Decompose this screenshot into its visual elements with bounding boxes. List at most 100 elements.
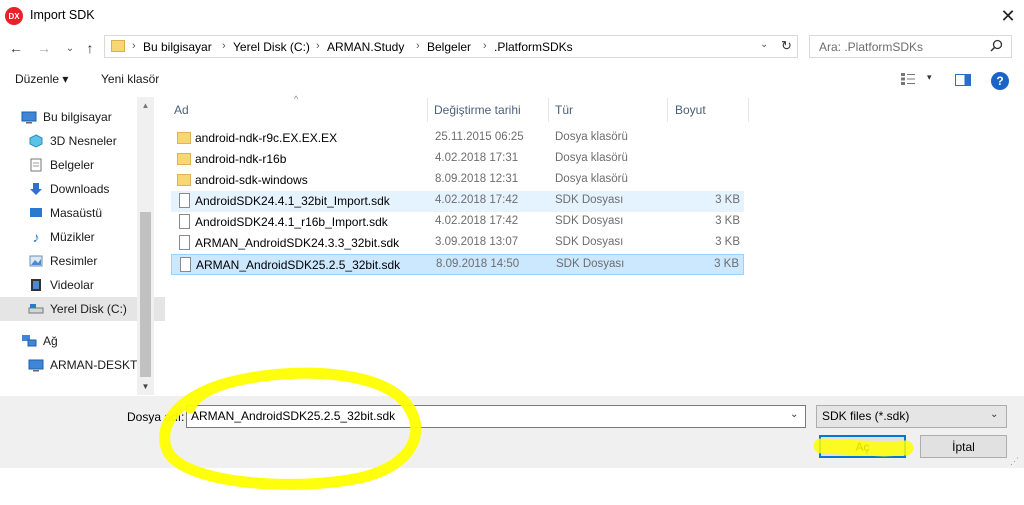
nav-item-label: Masaüstü	[50, 206, 103, 220]
file-name: ARMAN_AndroidSDK24.3.3_32bit.sdk	[195, 236, 400, 250]
resize-grip-icon[interactable]: ⋰	[1010, 456, 1019, 467]
file-name: android-sdk-windows	[195, 173, 308, 187]
app-logo-icon: DX	[5, 7, 23, 25]
back-arrow-icon[interactable]: ←	[6, 38, 26, 58]
file-name-label: Dosya adı:	[127, 410, 185, 424]
folder-icon	[177, 153, 191, 165]
file-date: 8.09.2018 14:50	[436, 258, 520, 270]
file-type-select[interactable]: SDK files (*.sdk) ⌄	[816, 405, 1007, 428]
preview-pane-icon[interactable]	[955, 74, 971, 86]
breadcrumb-item[interactable]: Bu bilgisayar	[143, 40, 212, 54]
nav-item-label: Resimler	[50, 254, 98, 268]
close-icon[interactable]: ✕	[996, 4, 1020, 28]
breadcrumb-separator: ›	[416, 40, 420, 52]
column-separator[interactable]	[427, 98, 428, 122]
videos-icon	[28, 278, 44, 292]
open-button[interactable]: Aç	[819, 435, 906, 458]
file-icon	[179, 235, 190, 250]
file-row[interactable]: AndroidSDK24.4.1_r16b_Import.sdk 4.02.20…	[171, 212, 744, 233]
file-name: AndroidSDK24.4.1_r16b_Import.sdk	[195, 215, 388, 229]
file-date: 4.02.2018 17:42	[435, 194, 519, 206]
column-header-label: Değiştirme tarihi	[434, 103, 521, 117]
file-type: SDK Dosyası	[555, 215, 624, 227]
file-row[interactable]: ARMAN_AndroidSDK24.3.3_32bit.sdk 3.09.20…	[171, 233, 744, 254]
breadcrumb-item[interactable]: Yerel Disk (C:)	[233, 40, 310, 54]
column-header-label: Ad	[174, 103, 189, 117]
folder-icon	[111, 40, 125, 52]
address-bar[interactable]: › Bu bilgisayar › Yerel Disk (C:) › ARMA…	[104, 35, 798, 58]
view-dropdown-chevron-icon[interactable]: ▾	[927, 72, 932, 83]
nav-item-label: Ağ	[43, 334, 58, 348]
file-type: Dosya klasörü	[555, 152, 628, 164]
breadcrumb-item-current[interactable]: .PlatformSDKs	[494, 40, 573, 54]
column-header-label: Boyut	[675, 103, 706, 117]
breadcrumb-separator: ›	[483, 40, 487, 52]
file-size: 3 KB	[715, 236, 740, 248]
navigation-pane: Bu bilgisayar 3D Nesneler Belgeler Downl…	[0, 97, 165, 395]
desktop-icon	[28, 206, 44, 220]
scroll-up-icon[interactable]: ▲	[137, 97, 154, 114]
search-icon[interactable]	[990, 39, 1003, 55]
drive-icon	[28, 302, 44, 316]
organize-button[interactable]: Düzenle ▾	[15, 72, 68, 86]
downloads-icon	[28, 182, 44, 196]
breadcrumb-item[interactable]: Belgeler	[427, 40, 471, 54]
title-bar: DX Import SDK ✕	[0, 0, 1024, 32]
nav-item-label: Downloads	[50, 182, 110, 196]
file-row[interactable]: android-ndk-r16b 4.02.2018 17:31 Dosya k…	[171, 149, 744, 170]
column-header-name[interactable]: Ad	[171, 98, 428, 122]
search-placeholder: Ara: .PlatformSDKs	[819, 40, 924, 54]
file-name-history-chevron-icon[interactable]: ⌄	[790, 409, 798, 420]
view-options-icon[interactable]	[900, 72, 916, 86]
cancel-button[interactable]: İptal	[920, 435, 1007, 458]
file-date: 3.09.2018 13:07	[435, 236, 519, 248]
folder-icon	[177, 174, 191, 186]
file-name: ARMAN_AndroidSDK25.2.5_32bit.sdk	[196, 258, 401, 272]
file-type: Dosya klasörü	[555, 173, 628, 185]
pictures-icon	[28, 254, 44, 268]
scrollbar-thumb[interactable]	[140, 212, 151, 377]
computer-icon	[28, 358, 44, 372]
column-separator[interactable]	[667, 98, 668, 122]
address-history-chevron-icon[interactable]: ⌄	[760, 39, 768, 50]
column-header-date[interactable]: Değiştirme tarihi	[434, 98, 548, 122]
nav-item-label: Yerel Disk (C:)	[50, 302, 127, 316]
help-icon[interactable]: ?	[991, 72, 1009, 90]
file-name: AndroidSDK24.4.1_32bit_Import.sdk	[195, 194, 390, 208]
search-input[interactable]: Ara: .PlatformSDKs	[809, 35, 1012, 58]
new-folder-button[interactable]: Yeni klasör	[101, 72, 159, 86]
file-row[interactable]: android-sdk-windows 8.09.2018 12:31 Dosy…	[171, 170, 744, 191]
nav-item-label: Belgeler	[50, 158, 95, 172]
file-date: 8.09.2018 12:31	[435, 173, 519, 185]
column-header-size[interactable]: Boyut	[675, 98, 745, 122]
file-row-selected[interactable]: ARMAN_AndroidSDK25.2.5_32bit.sdk 8.09.20…	[171, 254, 744, 275]
nav-item-this-pc[interactable]: Bu bilgisayar	[0, 105, 158, 129]
recent-locations-chevron-icon[interactable]: ⌄	[60, 38, 80, 58]
breadcrumb-item[interactable]: ARMAN.Study	[327, 40, 404, 54]
file-name-value: ARMAN_AndroidSDK25.2.5_32bit.sdk	[191, 409, 396, 423]
nav-item-network[interactable]: Ağ	[0, 329, 158, 353]
forward-arrow-icon[interactable]: →	[34, 38, 54, 58]
file-type-chevron-icon[interactable]: ⌄	[990, 409, 998, 420]
file-name: android-ndk-r16b	[195, 152, 287, 166]
file-size: 3 KB	[715, 215, 740, 227]
file-name: android-ndk-r9c.EX.EX.EX	[195, 131, 338, 145]
file-date: 4.02.2018 17:42	[435, 215, 519, 227]
file-name-input[interactable]: ARMAN_AndroidSDK25.2.5_32bit.sdk ⌄	[186, 405, 806, 428]
navigation-scrollbar[interactable]: ▲ ▼	[137, 97, 154, 395]
up-arrow-icon[interactable]: ↑	[80, 38, 100, 58]
file-row-hovered[interactable]: AndroidSDK24.4.1_32bit_Import.sdk 4.02.2…	[171, 191, 744, 212]
column-separator[interactable]	[748, 98, 749, 122]
breadcrumb-separator: ›	[222, 40, 226, 52]
file-type: SDK Dosyası	[555, 236, 624, 248]
network-icon	[21, 334, 37, 348]
file-date: 25.11.2015 06:25	[435, 131, 524, 143]
file-type: SDK Dosyası	[555, 194, 624, 206]
file-row[interactable]: android-ndk-r9c.EX.EX.EX 25.11.2015 06:2…	[171, 128, 744, 149]
column-separator[interactable]	[548, 98, 549, 122]
column-header-type[interactable]: Tür	[555, 98, 665, 122]
scroll-down-icon[interactable]: ▼	[137, 378, 154, 395]
3d-objects-icon	[28, 134, 44, 148]
file-icon	[180, 257, 191, 272]
refresh-icon[interactable]: ↻	[781, 38, 797, 54]
